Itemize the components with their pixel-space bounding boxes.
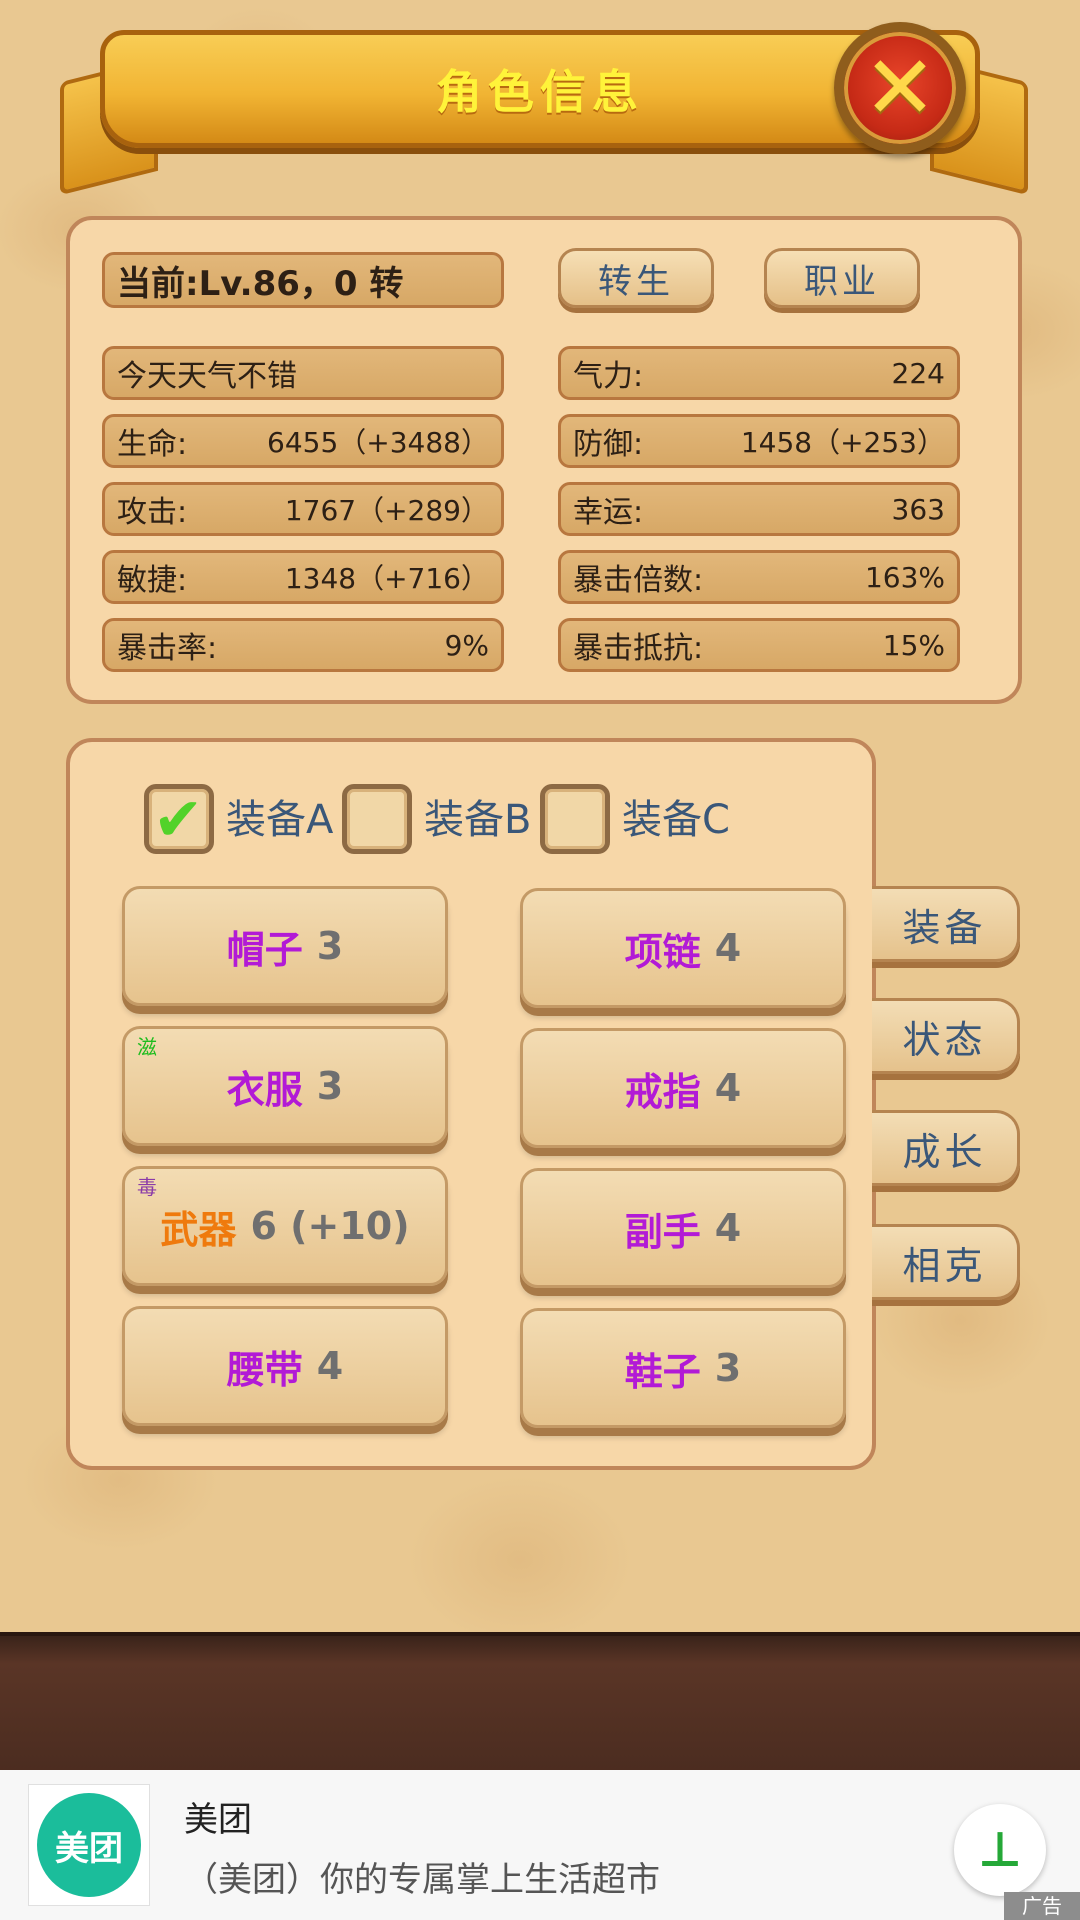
equip-set-b-label: 装备B — [424, 797, 532, 843]
download-icon: ⊥ — [978, 1822, 1022, 1878]
slot-level: 6 (+10) — [250, 1204, 410, 1248]
stat-row: 今天天气不错 — [102, 346, 504, 400]
slot-necklace[interactable]: 项链 4 — [520, 888, 846, 1008]
slot-name: 武器 — [160, 1207, 237, 1252]
slot-name: 衣服 — [226, 1067, 303, 1112]
tab-growth[interactable]: 成长 — [872, 1110, 1020, 1186]
stat-label: 幸运: — [573, 495, 644, 530]
slot-level: 4 — [714, 1206, 742, 1250]
stat-label: 生命: — [117, 427, 188, 462]
ad-logo[interactable]: 美团 — [28, 1784, 150, 1906]
equip-set-c-label: 装备C — [622, 797, 730, 843]
stat-label: 暴击倍数: — [573, 563, 704, 598]
stat-value: 224 — [891, 356, 945, 390]
slot-tag: 毒 — [137, 1175, 157, 1199]
stat-value: 1767（+289） — [284, 494, 489, 527]
slot-shoes[interactable]: 鞋子 3 — [520, 1308, 846, 1428]
slot-tag: 滋 — [137, 1035, 157, 1059]
ad-badge: 广告 — [1004, 1892, 1080, 1920]
profession-button[interactable]: 职业 — [764, 248, 920, 308]
stat-row-agility: 敏捷: 1348（+716） — [102, 550, 504, 604]
stat-row-hp: 生命: 6455（+3488） — [102, 414, 504, 468]
equip-set-a-label: 装备A — [226, 797, 334, 843]
tab-label: 状态 — [902, 1017, 987, 1062]
slot-name: 项链 — [624, 929, 701, 974]
stat-value: 1348（+716） — [284, 562, 489, 595]
slot-level: 4 — [316, 1344, 344, 1388]
stat-label: 暴击抵抗: — [573, 631, 704, 666]
slot-name: 鞋子 — [624, 1349, 701, 1394]
slot-hat[interactable]: 帽子 3 — [122, 886, 448, 1006]
slot-level: 4 — [714, 1066, 742, 1110]
equip-set-a-checkbox[interactable]: ✔ — [144, 784, 214, 855]
ad-description: （美团）你的专属掌上生活超市 — [184, 1860, 660, 1900]
checkmark-icon: ✔ — [153, 785, 204, 855]
stat-label: 敏捷: — [117, 563, 188, 598]
stat-label: 气力: — [573, 359, 644, 394]
ad-title: 美团 — [184, 1800, 252, 1840]
rebirth-label: 转生 — [598, 261, 674, 302]
tab-counter[interactable]: 相克 — [872, 1224, 1020, 1300]
tab-label: 成长 — [902, 1129, 987, 1174]
equip-set-c-checkbox[interactable] — [540, 784, 610, 854]
stat-value: 9% — [444, 628, 489, 662]
slot-name: 帽子 — [226, 927, 303, 972]
stat-label: 暴击率: — [117, 631, 218, 666]
stat-value: 15% — [882, 628, 945, 662]
stat-value: 363 — [891, 492, 945, 526]
download-button[interactable]: ⊥ — [954, 1804, 1046, 1896]
slot-offhand[interactable]: 副手 4 — [520, 1168, 846, 1288]
stat-label: 今天天气不错 — [117, 359, 297, 394]
level-field: 当前:Lv.86，0 转 — [102, 252, 504, 308]
slot-belt[interactable]: 腰带 4 — [122, 1306, 448, 1426]
stat-row-crit-rate: 暴击率: 9% — [102, 618, 504, 672]
meituan-logo: 美团 — [37, 1793, 141, 1897]
stat-label: 攻击: — [117, 495, 188, 530]
rebirth-button[interactable]: 转生 — [558, 248, 714, 308]
equip-set-b-checkbox[interactable] — [342, 784, 412, 854]
ad-banner[interactable]: 美团 美团 （美团）你的专属掌上生活超市 ⊥ — [0, 1770, 1080, 1920]
close-button[interactable]: ✕ — [834, 22, 966, 154]
profession-label: 职业 — [804, 261, 880, 302]
stat-row-crit-multiplier: 暴击倍数: 163% — [558, 550, 960, 604]
stat-label: 防御: — [573, 427, 644, 462]
tab-status[interactable]: 状态 — [872, 998, 1020, 1074]
stat-row-energy: 气力: 224 — [558, 346, 960, 400]
tab-label: 相克 — [902, 1243, 987, 1288]
tab-label: 装备 — [902, 905, 987, 950]
slot-name: 副手 — [624, 1209, 701, 1254]
slot-name: 戒指 — [624, 1069, 701, 1114]
stat-row-attack: 攻击: 1767（+289） — [102, 482, 504, 536]
slot-level: 3 — [316, 924, 344, 968]
slot-clothes[interactable]: 滋 衣服 3 — [122, 1026, 448, 1146]
level-text: 当前:Lv.86，0 转 — [117, 263, 404, 304]
stat-row-crit-resist: 暴击抵抗: 15% — [558, 618, 960, 672]
slot-level: 3 — [714, 1346, 742, 1390]
stat-value: 163% — [864, 560, 945, 594]
slot-level: 4 — [714, 926, 742, 970]
slot-level: 3 — [316, 1064, 344, 1108]
slot-weapon[interactable]: 毒 武器 6 (+10) — [122, 1166, 448, 1286]
stat-value: 1458（+253） — [740, 426, 945, 459]
bottom-wood-bar — [0, 1632, 1080, 1774]
slot-name: 腰带 — [226, 1347, 303, 1392]
slot-ring[interactable]: 戒指 4 — [520, 1028, 846, 1148]
stat-value: 6455（+3488） — [267, 426, 489, 459]
close-x-icon: ✕ — [863, 36, 937, 139]
tab-equipment[interactable]: 装备 — [872, 886, 1020, 962]
stat-row-defense: 防御: 1458（+253） — [558, 414, 960, 468]
stat-row-luck: 幸运: 363 — [558, 482, 960, 536]
